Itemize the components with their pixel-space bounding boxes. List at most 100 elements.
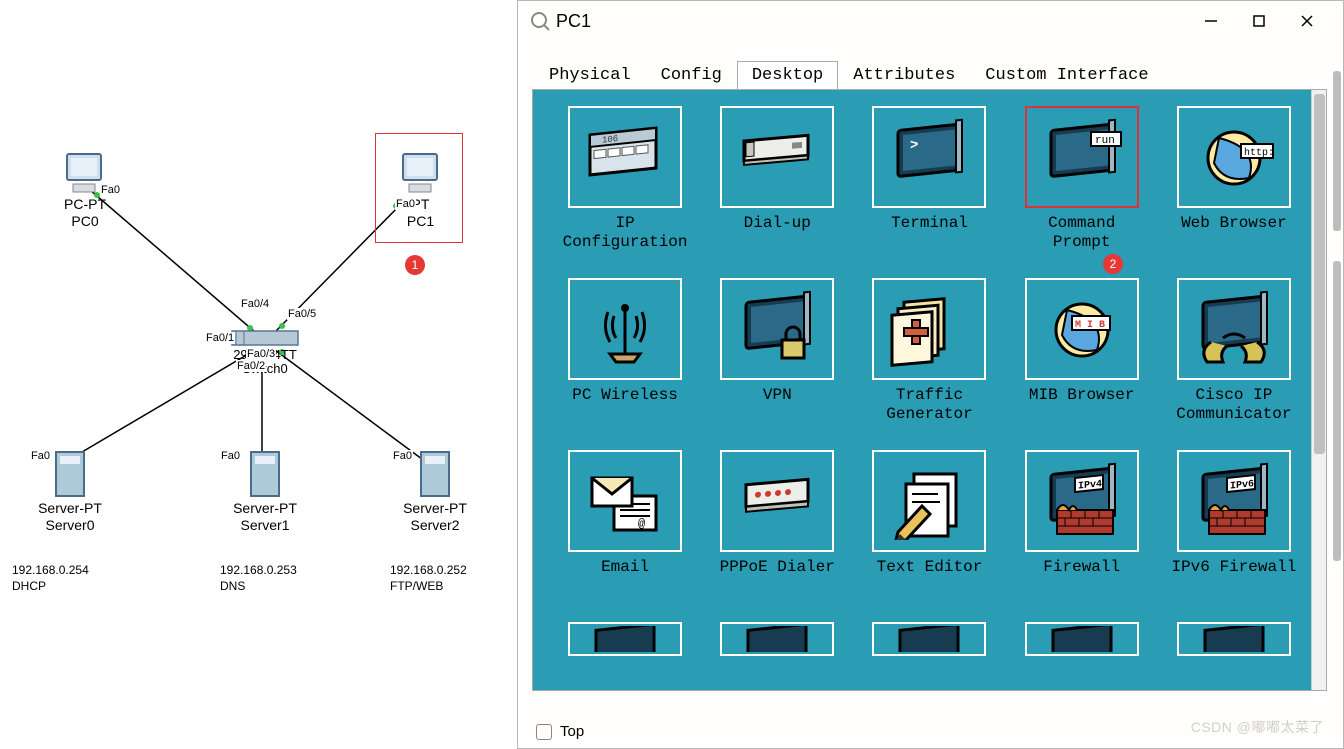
firewall-icon: IPv4 — [1025, 450, 1139, 552]
top-label: Top — [560, 723, 584, 740]
app-firewall[interactable]: IPv4 Firewall — [1016, 450, 1148, 598]
app-label: PC Wireless — [572, 386, 678, 426]
port-label: Fa0/2 — [236, 360, 266, 372]
app-web-browser[interactable]: http: Web Browser — [1168, 106, 1300, 254]
device-type: PC-PT — [35, 196, 135, 213]
app-label: Terminal — [891, 214, 968, 254]
server-icon — [245, 448, 285, 500]
app-terminal[interactable]: > Terminal — [863, 106, 995, 254]
scrollbar-vertical[interactable] — [1311, 90, 1327, 690]
annotation-badge-2: 2 — [1103, 254, 1123, 274]
app-label: VPN — [763, 386, 792, 426]
footer: Top — [536, 723, 584, 740]
ipv6-firewall-icon: IPv6 — [1177, 450, 1291, 552]
partial-icon — [1177, 622, 1291, 656]
tab-config[interactable]: Config — [646, 61, 737, 89]
partial-icon — [1025, 622, 1139, 656]
annotation-server1: 192.168.0.253 DNS — [220, 563, 297, 594]
device-type: Server-PT — [210, 500, 320, 517]
annotation-ip: 192.168.0.254 — [12, 563, 89, 579]
server-icon — [415, 448, 455, 500]
scrollbar-thumb[interactable] — [1333, 71, 1341, 231]
app-label: PPPoE Dialer — [720, 558, 835, 598]
partial-icon — [872, 622, 986, 656]
tab-physical[interactable]: Physical — [534, 61, 646, 89]
device-name: Server0 — [15, 517, 125, 534]
annotation-server0: 192.168.0.254 DHCP — [12, 563, 89, 594]
svg-text:http:: http: — [1244, 147, 1274, 159]
tab-desktop[interactable]: Desktop — [737, 61, 838, 89]
app-label: Firewall — [1043, 558, 1120, 598]
app-label: Web Browser — [1181, 214, 1287, 254]
text-editor-icon — [872, 450, 986, 552]
device-type: Server-PT — [380, 500, 490, 517]
app-label: Cisco IP Communicator — [1176, 386, 1291, 426]
app-ipv6-firewall[interactable]: IPv6IPv6 Firewall — [1168, 450, 1300, 598]
app-partial[interactable] — [711, 622, 843, 656]
topology-canvas[interactable]: PC-PT PC0 Fa0 PT PC1 Fa0 1 2960-24TT Swi… — [0, 0, 515, 747]
scrollbar-thumb[interactable] — [1333, 261, 1341, 561]
port-label: Fa0/1 — [205, 332, 235, 344]
minimize-button[interactable] — [1187, 1, 1235, 41]
app-partial[interactable] — [1168, 622, 1300, 656]
app-label: Text Editor — [877, 558, 983, 598]
device-name: PC1 — [378, 213, 463, 230]
mib-browser-icon: M I B — [1025, 278, 1139, 380]
annotation-role: DNS — [220, 579, 297, 595]
partial-icon — [720, 622, 834, 656]
app-vpn[interactable]: VPN — [711, 278, 843, 426]
titlebar[interactable]: PC1 — [518, 1, 1343, 41]
outer-scrollbar[interactable] — [1333, 71, 1343, 671]
pc-wireless-icon — [568, 278, 682, 380]
device-name: PC0 — [35, 213, 135, 230]
interface-label: Fa0 — [100, 184, 121, 196]
interface-label: Fa0 — [220, 450, 241, 462]
app-partial[interactable] — [863, 622, 995, 656]
svg-text:M I B: M I B — [1075, 320, 1105, 331]
dial-up-icon — [720, 106, 834, 208]
tab-custom-interface[interactable]: Custom Interface — [970, 61, 1163, 89]
email-icon: @ — [568, 450, 682, 552]
cisco-ip-communicator-icon — [1177, 278, 1291, 380]
app-partial[interactable] — [559, 622, 691, 656]
command-prompt-icon: run — [1025, 106, 1139, 208]
app-pc-wireless[interactable]: PC Wireless — [559, 278, 691, 426]
device-type: PT — [378, 196, 463, 213]
app-traffic-generator[interactable]: Traffic Generator — [863, 278, 995, 426]
svg-text:106: 106 — [602, 133, 618, 146]
annotation-server2: 192.168.0.252 FTP/WEB — [390, 563, 467, 594]
app-dial-up[interactable]: Dial-up — [711, 106, 843, 254]
top-checkbox[interactable] — [536, 724, 552, 740]
close-button[interactable] — [1283, 1, 1331, 41]
app-icon — [530, 11, 550, 31]
partial-icon — [568, 622, 682, 656]
app-cisco-ip-communicator[interactable]: Cisco IP Communicator — [1168, 278, 1300, 426]
app-label: Dial-up — [744, 214, 811, 254]
tab-attributes[interactable]: Attributes — [838, 61, 970, 89]
annotation-badge-1: 1 — [405, 255, 425, 275]
svg-text:@: @ — [638, 517, 645, 531]
pc1-window: PC1 Physical Config Desktop Attributes C… — [517, 0, 1344, 749]
app-partial[interactable] — [1016, 622, 1148, 656]
app-ip-configuration[interactable]: 106IP Configuration — [559, 106, 691, 254]
app-email[interactable]: @ Email — [559, 450, 691, 598]
ip-configuration-icon: 106 — [568, 106, 682, 208]
svg-text:run: run — [1095, 135, 1115, 147]
app-text-editor[interactable]: Text Editor — [863, 450, 995, 598]
app-command-prompt[interactable]: runCommand Prompt — [1016, 106, 1148, 254]
device-pc1[interactable]: PT PC1 — [378, 150, 463, 230]
pppoe-dialer-icon — [720, 450, 834, 552]
traffic-generator-icon — [872, 278, 986, 380]
app-label: Email — [601, 558, 649, 598]
app-mib-browser[interactable]: M I BMIB Browser — [1016, 278, 1148, 426]
web-browser-icon: http: — [1177, 106, 1291, 208]
annotation-role: FTP/WEB — [390, 579, 467, 595]
device-name: Server2 — [380, 517, 490, 534]
device-type: Server-PT — [15, 500, 125, 517]
interface-label: Fa0 — [392, 450, 413, 462]
annotation-ip: 192.168.0.253 — [220, 563, 297, 579]
terminal-icon: > — [872, 106, 986, 208]
maximize-button[interactable] — [1235, 1, 1283, 41]
app-pppoe-dialer[interactable]: PPPoE Dialer — [711, 450, 843, 598]
scrollbar-thumb[interactable] — [1314, 94, 1325, 454]
